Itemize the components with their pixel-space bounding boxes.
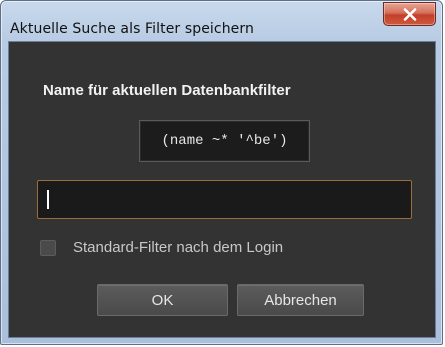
filter-name-heading: Name für aktuellen Datenbankfilter	[43, 82, 291, 99]
default-filter-checkbox[interactable]	[40, 240, 56, 256]
titlebar[interactable]: Aktuelle Suche als Filter speichern	[1, 1, 442, 41]
ok-button[interactable]: OK	[97, 284, 228, 316]
filter-expression-display: (name ~* '^be')	[139, 120, 310, 162]
window-title: Aktuelle Suche als Filter speichern	[10, 21, 254, 37]
text-cursor	[47, 190, 49, 209]
close-icon	[403, 7, 416, 21]
filter-name-input[interactable]	[37, 180, 412, 219]
dialog-body: Name für aktuellen Datenbankfilter (name…	[8, 41, 436, 338]
default-filter-checkbox-label[interactable]: Standard-Filter nach dem Login	[73, 239, 283, 256]
cancel-button[interactable]: Abbrechen	[237, 284, 364, 316]
dialog-window: Aktuelle Suche als Filter speichern Name…	[0, 0, 443, 345]
close-button[interactable]	[383, 2, 436, 26]
